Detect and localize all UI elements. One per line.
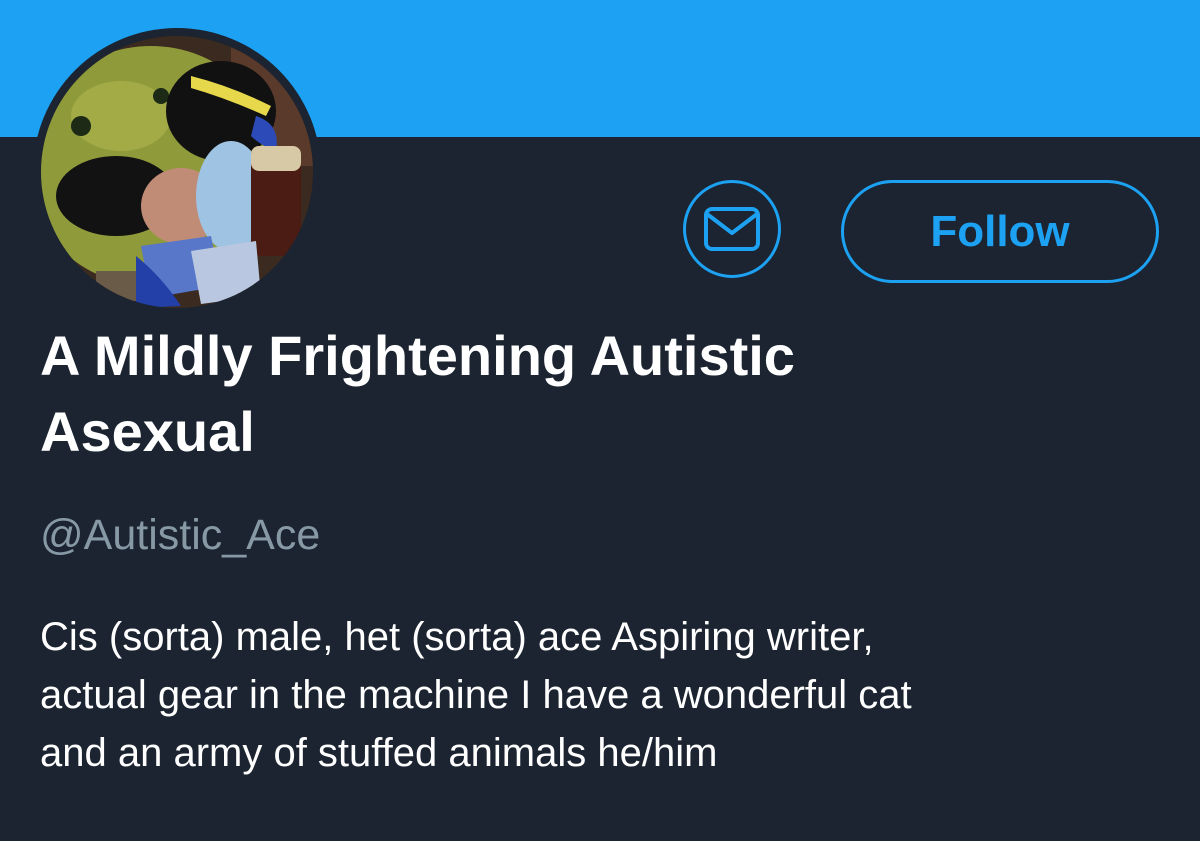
follow-button-label: Follow (930, 206, 1070, 256)
user-handle: @Autistic_Ace (40, 511, 321, 559)
display-name: A Mildly Frightening Autistic Asexual (40, 324, 795, 463)
avatar-frame[interactable] (33, 28, 321, 316)
profile-bio: Cis (sorta) male, het (sorta) ace Aspiri… (40, 615, 912, 775)
follow-button[interactable]: Follow (841, 180, 1159, 283)
avatar[interactable] (41, 36, 313, 308)
message-button[interactable] (683, 180, 781, 278)
envelope-icon (704, 207, 760, 251)
